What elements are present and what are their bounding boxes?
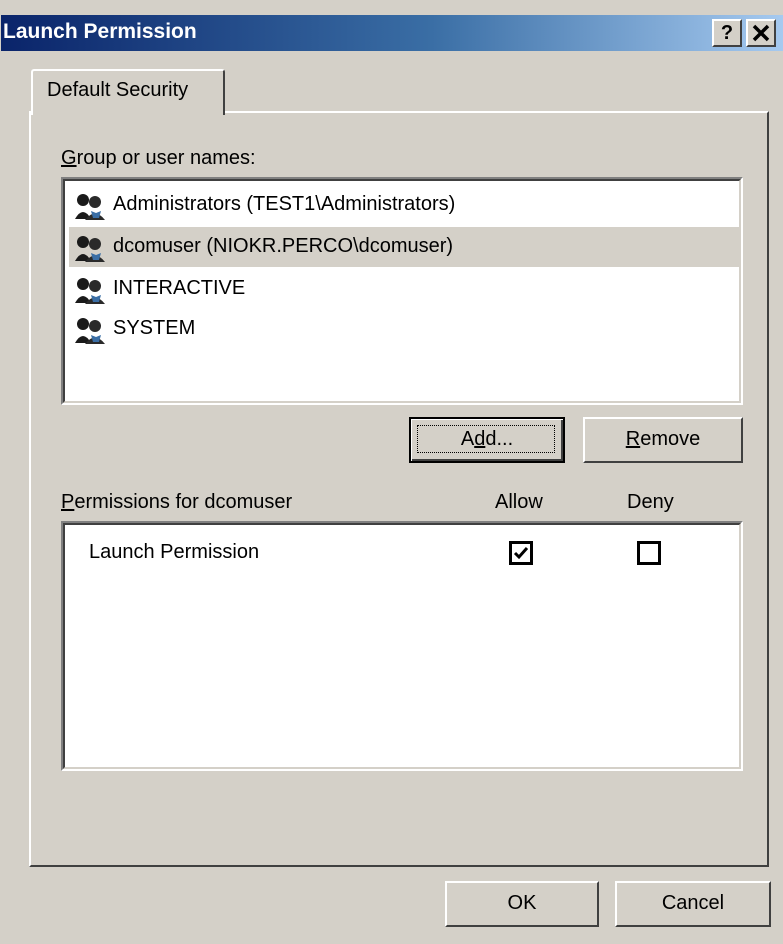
list-item-selected[interactable]: dcomuser (NIOKR.PERCO\dcomuser): [69, 227, 741, 267]
tab-panel: Group or user names: Administrators (TES…: [29, 111, 769, 867]
permissions-label: Permissions for dcomuser: [61, 491, 293, 513]
allow-checkbox[interactable]: [509, 541, 533, 565]
title-bar[interactable]: Launch Permission ?: [1, 15, 783, 51]
permission-name: Launch Permission: [89, 541, 260, 563]
user-name: dcomuser (NIOKR.PERCO\dcomuser): [113, 235, 454, 257]
list-item[interactable]: SYSTEM: [69, 309, 741, 349]
deny-checkbox[interactable]: [637, 541, 661, 565]
user-group-icon: [75, 236, 105, 262]
tab-label: Default Security: [47, 79, 189, 101]
close-icon: [752, 24, 770, 42]
user-group-icon: [75, 278, 105, 304]
user-name: INTERACTIVE: [113, 277, 246, 299]
group-user-names-label: Group or user names:: [61, 147, 256, 169]
remove-button[interactable]: Remove: [583, 417, 743, 463]
window-title: Launch Permission: [3, 20, 197, 43]
tab-default-security[interactable]: Default Security: [31, 69, 225, 115]
ok-button[interactable]: OK: [445, 881, 599, 927]
deny-column-header: Deny: [627, 491, 674, 513]
list-item[interactable]: INTERACTIVE: [69, 269, 741, 309]
list-item[interactable]: Administrators (TEST1\Administrators): [69, 185, 741, 225]
allow-column-header: Allow: [495, 491, 543, 513]
checkmark-icon: [513, 547, 529, 560]
launch-permission-dialog: Launch Permission ? Default Security Gro…: [0, 0, 783, 944]
user-list[interactable]: Administrators (TEST1\Administrators) dc…: [61, 177, 743, 405]
close-button[interactable]: [746, 19, 776, 47]
focus-rectangle: [417, 425, 555, 453]
user-name: SYSTEM: [113, 317, 196, 339]
user-group-icon: [75, 318, 105, 344]
cancel-button[interactable]: Cancel: [615, 881, 771, 927]
help-button[interactable]: ?: [712, 19, 742, 47]
add-button[interactable]: Add...: [409, 417, 565, 463]
permissions-list: Launch Permission: [61, 521, 743, 771]
user-group-icon: [75, 194, 105, 220]
user-name: Administrators (TEST1\Administrators): [113, 193, 456, 215]
